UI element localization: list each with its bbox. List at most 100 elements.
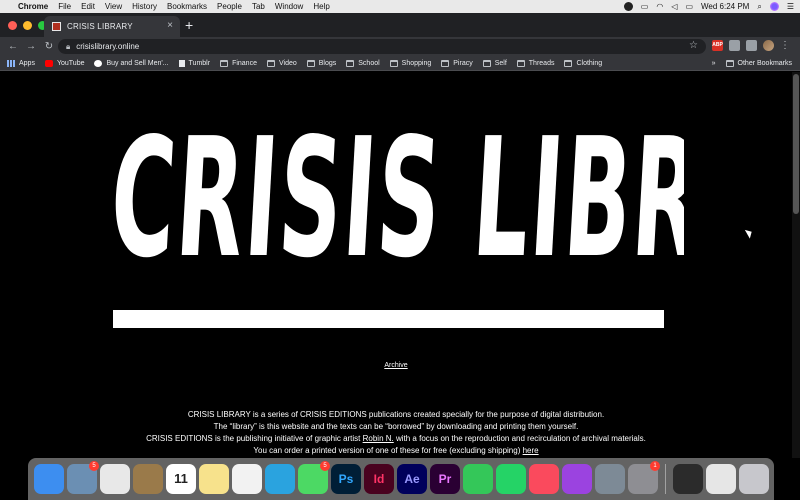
folder-icon [389, 59, 398, 67]
folder-icon [725, 60, 734, 67]
bookmark-threads[interactable]: Threads [516, 59, 554, 67]
extensions-puzzle-icon[interactable] [729, 40, 740, 51]
new-tab-button[interactable]: + [185, 17, 193, 33]
bookmarks-overflow-icon[interactable]: » [712, 60, 716, 67]
menu-history[interactable]: History [132, 2, 157, 11]
notification-badge: 5 [89, 461, 99, 471]
back-icon[interactable]: ← [8, 41, 18, 52]
bookmark-tumblr[interactable]: Tumblr [178, 59, 210, 67]
battery-icon[interactable]: ▭ [685, 2, 693, 11]
folder-icon [346, 59, 355, 67]
folder-icon [441, 59, 450, 67]
tab-title: CRISIS LIBRARY [67, 22, 133, 31]
airplay-icon[interactable]: ▭ [641, 2, 649, 11]
menubar-status-area: ▭ ◠ ◁ ▭ Wed 6:24 PM ⌕ ☰ [623, 0, 794, 13]
dock-whatsapp-icon[interactable] [496, 464, 526, 494]
dock-system-preferences-icon[interactable]: 1 [628, 461, 660, 494]
forward-icon[interactable]: → [26, 41, 36, 52]
archive-link[interactable]: Archive [0, 362, 792, 369]
bookmark-star-icon[interactable]: ☆ [689, 40, 698, 51]
folder-icon [516, 59, 525, 67]
scrollbar-thumb[interactable] [793, 74, 799, 214]
close-tab-icon[interactable]: × [167, 20, 173, 31]
menu-tab[interactable]: Tab [252, 2, 265, 11]
robin-n-link[interactable]: Robin N. [363, 434, 394, 443]
folder-icon [220, 59, 229, 67]
desc-line-4: You can order a printed version of one o… [253, 446, 539, 455]
bookmark-shopping[interactable]: Shopping [389, 59, 431, 67]
logo-underline-bar [113, 310, 664, 328]
reload-icon[interactable]: ↻ [44, 41, 54, 52]
lock-icon[interactable]: 🔒︎ [66, 42, 70, 52]
profile-avatar[interactable] [763, 40, 774, 51]
bookmark-finance[interactable]: Finance [220, 59, 257, 67]
dock-podcasts-icon[interactable] [562, 464, 592, 494]
bookmark-youtube[interactable]: YouTube [44, 59, 84, 67]
reading-list-icon[interactable] [746, 40, 757, 51]
minimize-window-button[interactable] [23, 21, 32, 30]
dock-icon-label: Pr [438, 472, 452, 486]
dock-messages-icon[interactable]: 5 [298, 461, 330, 494]
dock-icon-label: Ae [404, 472, 420, 486]
menu-file[interactable]: File [58, 2, 71, 11]
control-center-icon[interactable]: ☰ [787, 2, 794, 11]
close-window-button[interactable] [8, 21, 17, 30]
bookmarks-bar: Apps YouTube Buy and Sell Men'... Tumblr… [0, 56, 800, 71]
logo-text: CRISIS LIBRARY [112, 117, 684, 294]
dock-icon-label: Ps [338, 472, 354, 486]
dock-notes-icon[interactable] [199, 464, 229, 494]
dock-chrome-icon[interactable] [100, 464, 130, 494]
dock-document-icon[interactable] [706, 464, 736, 494]
dock-preview-icon[interactable]: 5 [67, 461, 99, 494]
spotlight-icon[interactable]: ⌕ [757, 2, 761, 12]
dock-premiere-icon[interactable]: Pr [430, 464, 460, 494]
dock-image-capture-icon[interactable] [595, 464, 625, 494]
menu-app[interactable]: Chrome [18, 2, 48, 11]
bookmark-self[interactable]: Self [482, 59, 507, 67]
dock-icon-label: 11 [174, 471, 188, 486]
order-here-link[interactable]: here [523, 446, 539, 455]
bookmark-piracy[interactable]: Piracy [441, 59, 473, 67]
dock-facetime-icon[interactable] [463, 464, 493, 494]
tab-crisis-library[interactable]: CRISIS LIBRARY × [44, 16, 180, 37]
dock-photoshop-icon[interactable]: Ps [331, 464, 361, 494]
menubar-clock[interactable]: Wed 6:24 PM [701, 2, 749, 11]
favicon-icon [52, 22, 61, 31]
dock-music-icon[interactable] [529, 464, 559, 494]
address-bar[interactable]: 🔒︎ crisislibrary.online ☆ [58, 39, 706, 54]
window-controls [8, 21, 47, 30]
menu-bookmarks[interactable]: Bookmarks [167, 2, 207, 11]
dock-icon-label: Id [373, 472, 385, 486]
dock-notebook-icon[interactable] [133, 464, 163, 494]
menu-edit[interactable]: Edit [81, 2, 95, 11]
record-icon[interactable] [623, 2, 633, 11]
bookmark-blogs[interactable]: Blogs [306, 59, 336, 67]
menu-people[interactable]: People [217, 2, 242, 11]
bookmark-apps[interactable]: Apps [7, 59, 35, 67]
menu-window[interactable]: Window [275, 2, 303, 11]
screen: Chrome File Edit View History Bookmarks … [0, 0, 800, 500]
dock-finder-icon[interactable] [34, 464, 64, 494]
wifi-icon[interactable]: ◠ [656, 2, 663, 11]
siri-icon[interactable] [769, 2, 779, 11]
folder-icon [482, 59, 491, 67]
menu-view[interactable]: View [105, 2, 122, 11]
bookmark-video[interactable]: Video [266, 59, 297, 67]
dock-folder-dark-icon[interactable] [673, 464, 703, 494]
menu-help[interactable]: Help [313, 2, 329, 11]
bookmark-buy-sell[interactable]: Buy and Sell Men'... [94, 59, 169, 67]
more-menu-icon[interactable]: ⋮ [780, 40, 790, 51]
bookmark-school[interactable]: School [346, 59, 380, 67]
dock-after-effects-icon[interactable]: Ae [397, 464, 427, 494]
dock-telegram-icon[interactable] [265, 464, 295, 494]
dock-indesign-icon[interactable]: Id [364, 464, 394, 494]
dock-photos-icon[interactable] [232, 464, 262, 494]
volume-icon[interactable]: ◁ [671, 2, 677, 11]
dock-calendar-icon[interactable]: 11 [166, 464, 196, 494]
dock-trash-icon[interactable] [739, 464, 769, 494]
bookmark-clothing[interactable]: Clothing [564, 59, 602, 67]
bookmark-other[interactable]: Other Bookmarks [725, 60, 792, 67]
url-text[interactable]: crisislibrary.online [76, 42, 139, 51]
folder-icon [564, 59, 573, 67]
extension-red-icon[interactable]: ABP [712, 40, 723, 51]
